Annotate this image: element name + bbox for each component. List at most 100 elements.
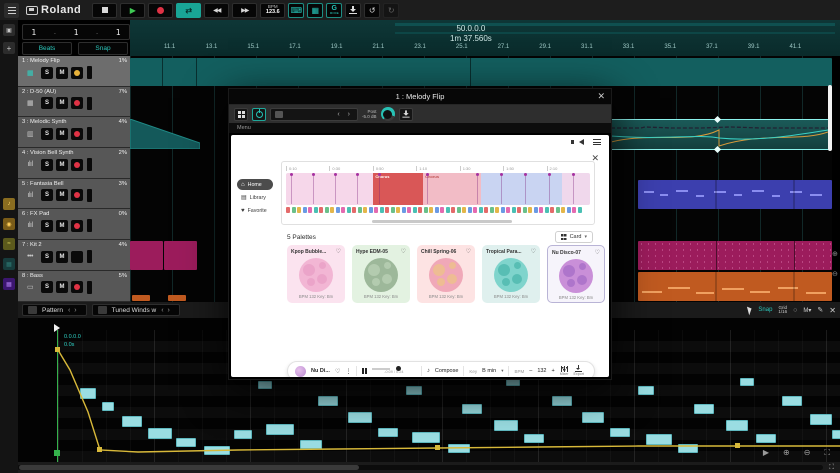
fullscreen-icon[interactable]: ⛶ [829, 464, 834, 472]
pad-grid-button[interactable]: ▦ [307, 3, 323, 18]
midi-note[interactable] [638, 386, 654, 395]
track-fader[interactable] [87, 281, 92, 294]
song-section[interactable] [286, 173, 373, 205]
track-mute-button[interactable]: M [56, 281, 68, 293]
track-instrument-icon[interactable]: ılıl [22, 159, 38, 171]
arrangement-scrollbar[interactable] [828, 85, 832, 151]
bpm-minus-button[interactable]: – [529, 368, 532, 374]
song-section-chorus[interactable]: Chorus [373, 173, 423, 205]
loop-button[interactable]: ⇄ [176, 3, 201, 18]
player-artwork[interactable] [295, 366, 306, 377]
favorite-heart-icon[interactable]: ♡ [336, 248, 341, 255]
track-fader[interactable] [87, 158, 92, 171]
track-instrument-icon[interactable]: ▥ [22, 128, 38, 140]
clip-fantasia-bell[interactable] [638, 180, 832, 209]
clip-bass-left-1[interactable] [132, 295, 150, 301]
pattern-prev-next[interactable]: ‹› [68, 307, 81, 314]
midi-note[interactable] [694, 404, 714, 414]
track-arm-button[interactable] [71, 128, 83, 140]
track-fader[interactable] [87, 66, 92, 79]
beats-toggle-button[interactable]: Beats [22, 42, 72, 55]
midi-note[interactable] [810, 414, 832, 425]
midi-note[interactable] [318, 396, 338, 406]
palette-card[interactable]: Kpop Bubble...♡BPM 132 Key: Bm [287, 245, 345, 303]
compose-button[interactable]: Compose [435, 368, 459, 374]
midi-note[interactable] [258, 381, 272, 389]
track-row[interactable]: 8 : Bass5%▭SM [18, 271, 130, 302]
plugin-nav-library[interactable]: ▤Library [237, 192, 273, 203]
key-chevron-icon[interactable]: ▾ [501, 368, 503, 374]
editor-close-button[interactable]: ✕ [829, 306, 836, 315]
instrument-category-fx[interactable]: ≈ [3, 238, 15, 250]
track-fader[interactable] [87, 97, 92, 110]
favorite-heart-icon[interactable]: ♡ [401, 248, 406, 255]
track-row[interactable]: 4 : Vision Bell Synth2%ılılSM [18, 148, 130, 179]
midi-note[interactable] [646, 434, 672, 445]
track-row[interactable]: 2 : D-50 (AU)7%▦SM [18, 87, 130, 118]
player-progress-slider[interactable]: -0:09 / 0:24 [372, 368, 416, 374]
track-solo-button[interactable]: S [41, 281, 53, 293]
plugin-save-button[interactable] [399, 108, 413, 121]
midi-note[interactable] [122, 416, 142, 427]
track-fader[interactable] [87, 127, 92, 140]
track-mute-button[interactable]: M [56, 251, 68, 263]
zoom-in-icon[interactable]: ⊕ [832, 250, 838, 258]
midi-note[interactable] [412, 432, 440, 443]
track-mute-button[interactable]: M [56, 220, 68, 232]
player-more-icon[interactable]: ⋮ [345, 368, 351, 375]
track-instrument-icon[interactable]: ▭ [22, 281, 38, 293]
plugin-hamburger-icon[interactable] [593, 139, 601, 145]
track-row[interactable]: 1 : Melody Flip1%▦SM [18, 56, 130, 87]
track-fader[interactable] [87, 250, 92, 263]
loop-start-handle[interactable] [54, 450, 60, 456]
bpm-plus-button[interactable]: + [552, 368, 555, 374]
bpm-display[interactable]: BPM 123.6 [260, 3, 285, 18]
plugin-window-titlebar[interactable]: 1 : Melody Flip ✕ [229, 89, 611, 105]
cursor-tool-icon[interactable] [747, 305, 753, 315]
editor-snap-toggle[interactable]: Snap [758, 307, 772, 313]
hamburger-menu-button[interactable] [4, 3, 19, 18]
clip-kit2-left-1[interactable] [130, 241, 163, 270]
track-row[interactable]: 6 : FX Pad0%ılılSM [18, 209, 130, 240]
fast-forward-button[interactable]: ▶▶ [232, 3, 257, 18]
zoom-out-icon[interactable]: ⊖ [832, 270, 838, 278]
track-solo-button[interactable]: S [41, 67, 53, 79]
midi-note[interactable] [462, 404, 482, 414]
favorite-heart-icon[interactable]: ♡ [466, 248, 471, 255]
midi-note[interactable] [300, 440, 322, 449]
pr-zoom-out-icon[interactable]: ⊖ [804, 448, 811, 458]
palette-card[interactable]: Nu Disco-07♡BPM 132 Key: Bm [547, 245, 605, 303]
pr-play-icon[interactable]: ▶ [763, 448, 769, 458]
track-arm-button[interactable] [71, 220, 83, 232]
midi-note[interactable] [204, 446, 230, 455]
track-solo-button[interactable]: S [41, 189, 53, 201]
song-section[interactable] [562, 173, 590, 205]
midi-note[interactable] [524, 434, 544, 443]
clip-bass[interactable] [638, 272, 832, 301]
midi-note[interactable] [582, 412, 604, 423]
midi-note[interactable] [552, 396, 572, 406]
midi-note[interactable] [782, 396, 802, 406]
palette-card[interactable]: Hype EDM-05♡BPM 132 Key: Bm [352, 245, 410, 303]
preview-sections[interactable]: ChorusChorus [286, 173, 590, 205]
instrument-category-synth[interactable]: ▦ [3, 258, 15, 270]
view-mode-dropdown[interactable]: Card ▾ [555, 231, 593, 243]
plugin-menu-bar[interactable]: Menu [229, 123, 611, 133]
track-solo-button[interactable]: S [41, 220, 53, 232]
midi-note[interactable] [832, 430, 840, 439]
timeline-ruler[interactable]: 50.0.0.0 1m 37.560s 11.113.115.117.119.1… [130, 20, 840, 56]
instrument-prev-next[interactable]: ‹› [161, 307, 174, 314]
midi-note[interactable] [266, 424, 294, 435]
clip-melodic-synth-selected[interactable] [610, 119, 830, 150]
magnet-icon[interactable]: ○ [793, 307, 797, 314]
midi-note[interactable] [378, 428, 398, 437]
clip-melody-flip[interactable] [130, 58, 832, 86]
play-button[interactable]: ▶ [120, 3, 145, 18]
transport-position-display[interactable]: 1. 1. 1 [22, 24, 130, 40]
midi-note[interactable] [740, 378, 754, 386]
song-preview-panel[interactable]: 0:100:300:501:101:301:502:10 ChorusChoru… [281, 161, 595, 225]
track-arm-button[interactable] [71, 281, 83, 293]
horizontal-scrollbar[interactable] [17, 465, 823, 470]
plugin-window-close-button[interactable]: ✕ [597, 91, 605, 102]
track-mute-button[interactable]: M [56, 97, 68, 109]
